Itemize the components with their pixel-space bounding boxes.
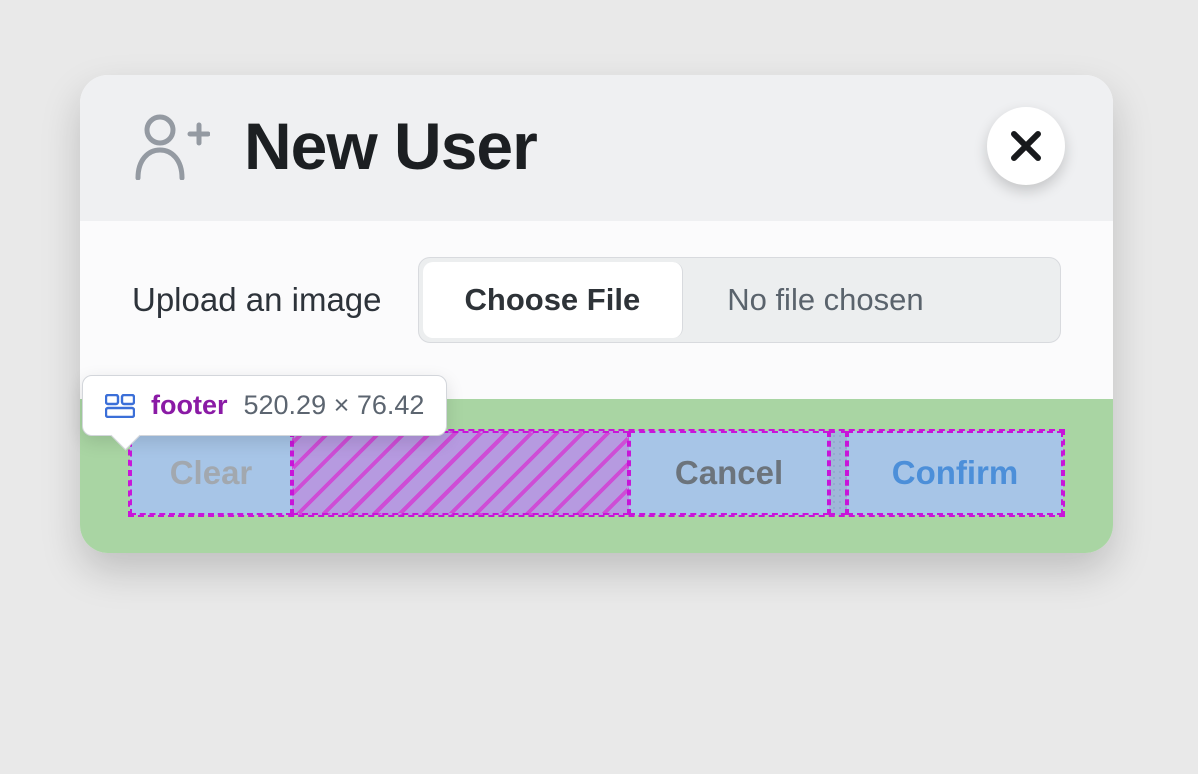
flex-spacer: [829, 431, 847, 515]
file-input[interactable]: Choose File No file chosen: [418, 257, 1062, 343]
tooltip-dimensions: 520.29 × 76.42: [244, 390, 425, 421]
cancel-button[interactable]: Cancel: [629, 431, 829, 515]
footer-flex-container: Clear Cancel Confirm: [128, 429, 1065, 517]
devtools-tooltip: footer 520.29 × 76.42: [82, 375, 447, 436]
close-button[interactable]: [987, 107, 1065, 185]
user-plus-icon: [132, 112, 210, 180]
confirm-button[interactable]: Confirm: [847, 431, 1063, 515]
dialog-title: New User: [244, 108, 537, 184]
choose-file-button[interactable]: Choose File: [423, 262, 684, 338]
file-status: No file chosen: [687, 258, 1060, 342]
dialog-body: Upload an image Choose File No file chos…: [80, 221, 1113, 399]
tooltip-element-name: footer: [151, 390, 228, 421]
upload-image-label: Upload an image: [132, 281, 382, 319]
dialog-header: New User: [80, 75, 1113, 221]
new-user-dialog: New User Upload an image Choose File No …: [80, 75, 1113, 553]
clear-button[interactable]: Clear: [130, 431, 292, 515]
flex-layout-icon: [105, 394, 135, 418]
close-icon: [1009, 129, 1043, 163]
flex-gap: [292, 431, 629, 515]
